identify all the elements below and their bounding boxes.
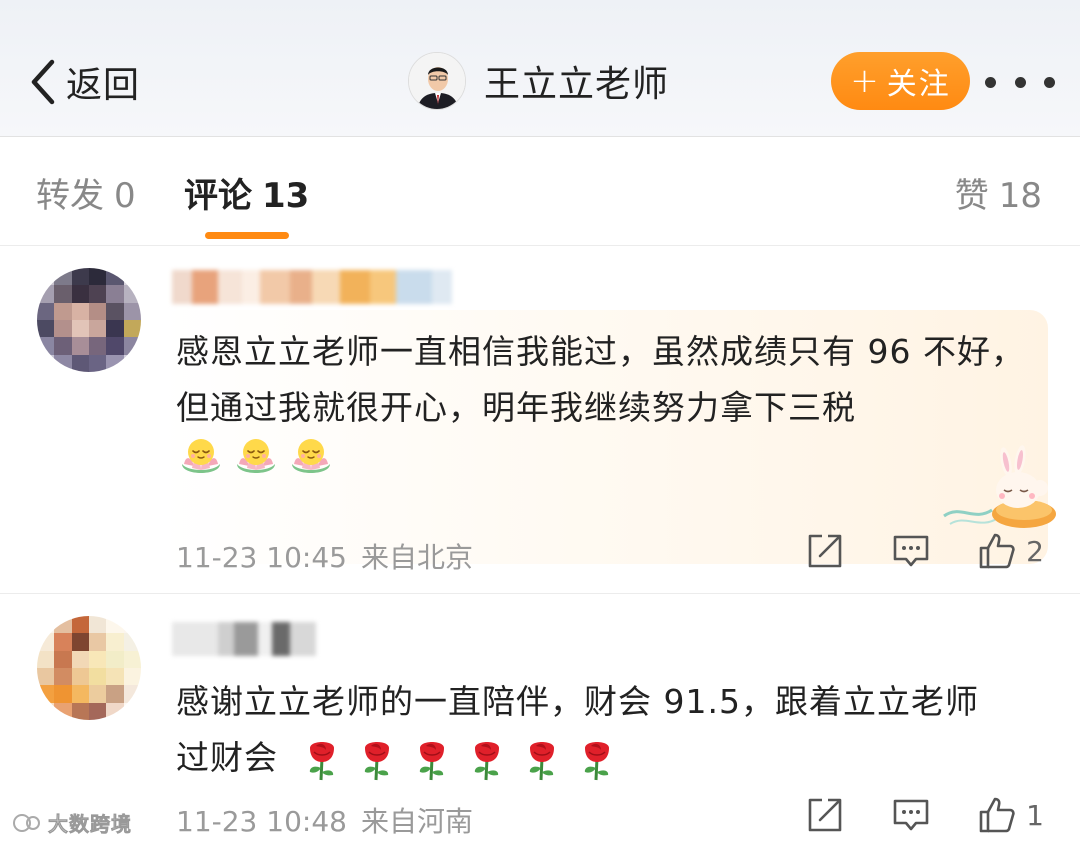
tab-likes-count: 18 (998, 176, 1042, 216)
comment-text: 感谢立立老师的一直陪伴，财会 91.5，跟着立立老师 过财会 (176, 674, 1036, 786)
comment-time: 11-23 10:45 (176, 541, 347, 574)
back-button[interactable]: 返回 (26, 52, 140, 112)
comment-actions: 2 (806, 532, 1044, 570)
tab-likes-label: 赞 (954, 176, 989, 216)
dot-icon (985, 76, 996, 88)
thumbs-up-icon[interactable] (978, 532, 1016, 570)
post-tabs: 转发 0 评论 13 赞 18 (0, 138, 1080, 246)
tab-likes[interactable]: 赞 18 (955, 168, 1042, 217)
rose-icon (584, 741, 609, 780)
tab-repost-count: 0 (114, 176, 136, 216)
comment-meta: 11-23 10:48 来自河南 (176, 800, 473, 840)
like-count: 1 (1026, 798, 1044, 832)
lotus-smile-icon (292, 439, 330, 473)
comment-icon[interactable] (892, 532, 930, 570)
rabbit-decoration-icon (943, 445, 1056, 528)
share-edit-icon[interactable] (806, 796, 844, 834)
commenter-name-redacted[interactable] (172, 622, 316, 656)
tab-repost[interactable]: 转发 0 (36, 168, 136, 217)
active-tab-indicator (205, 232, 289, 239)
follow-button[interactable]: + 关注 (831, 52, 970, 110)
rose-icon (529, 741, 554, 780)
comment-item: 感恩立立老师一直相信我能过，虽然成绩只有 96 不好，但通过我就很开心，明年我继… (0, 248, 1080, 594)
commenter-name-redacted[interactable] (172, 270, 452, 304)
commenter-avatar[interactable] (37, 268, 141, 372)
comment-time: 11-23 10:48 (176, 805, 347, 838)
more-options-button[interactable] (985, 62, 1055, 102)
pixelated-avatar-image (37, 268, 141, 372)
comment-text: 感恩立立老师一直相信我能过，虽然成绩只有 96 不好，但通过我就很开心，明年我继… (176, 332, 1025, 427)
thumbs-up-icon[interactable] (978, 796, 1016, 834)
dot-icon (1014, 76, 1026, 88)
lotus-smile-icon (237, 439, 275, 473)
watermark-text: 大数跨境 (48, 812, 132, 837)
tab-comments[interactable]: 评论 13 (184, 168, 309, 217)
pixelated-avatar-image (37, 616, 141, 720)
chevron-left-icon (31, 59, 55, 105)
rose-emoji-row (300, 738, 630, 780)
watermark: 大数跨境 (12, 808, 132, 837)
rose-icon (419, 741, 444, 780)
comment-text-line: 过财会 (176, 730, 1036, 786)
tab-comments-count: 13 (262, 176, 310, 216)
comment-actions: 1 (806, 796, 1044, 834)
watermark-logo-icon (13, 813, 40, 832)
rose-icon (309, 741, 334, 780)
plus-icon: + (850, 61, 881, 101)
comment-location: 来自北京 (360, 541, 473, 574)
author-avatar[interactable] (408, 52, 466, 110)
lotus-smile-icon (182, 439, 220, 473)
tab-comments-label: 评论 (184, 176, 252, 216)
dot-icon (1044, 76, 1055, 88)
tab-repost-label: 转发 (36, 176, 104, 216)
comment-location: 来自河南 (360, 805, 473, 838)
rose-icon (474, 741, 499, 780)
comment-item: 感谢立立老师的一直陪伴，财会 91.5，跟着立立老师 过财会 11-23 10:… (0, 596, 1080, 841)
follow-label: 关注 (886, 67, 951, 102)
back-label: 返回 (66, 65, 141, 106)
author-name[interactable]: 王立立老师 (484, 55, 669, 107)
comment-text-fragment: 过财会 (176, 738, 278, 777)
comment-text-line: 感谢立立老师的一直陪伴，财会 91.5，跟着立立老师 (176, 682, 979, 721)
like-count: 2 (1026, 534, 1044, 568)
comment-icon[interactable] (892, 796, 930, 834)
rose-icon (364, 741, 389, 780)
commenter-avatar[interactable] (37, 616, 141, 720)
emoji-row (178, 434, 334, 480)
comment-meta: 11-23 10:45 来自北京 (176, 536, 473, 576)
share-edit-icon[interactable] (806, 532, 844, 570)
post-author[interactable]: 王立立老师 (408, 50, 669, 112)
top-bar: 返回 王立立老师 + 关注 (0, 0, 1080, 137)
